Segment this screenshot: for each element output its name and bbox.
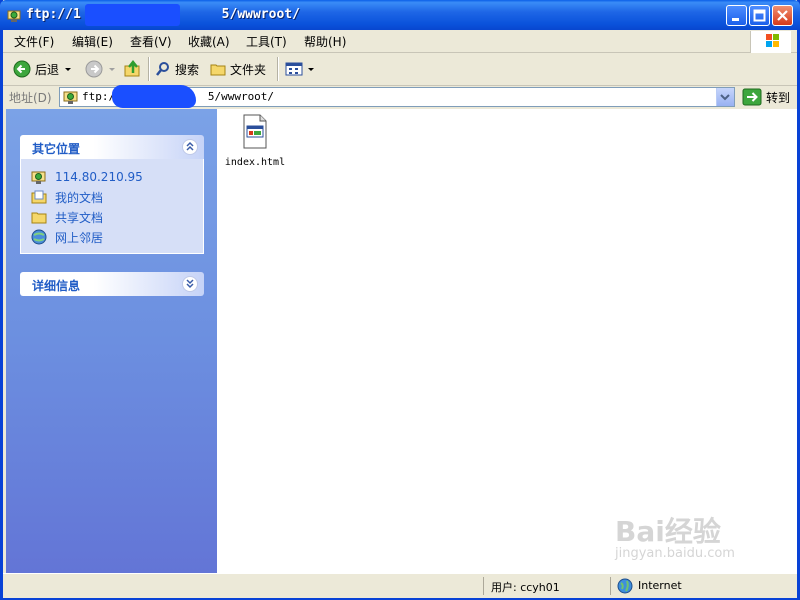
maximize-icon <box>753 9 766 22</box>
details-panel: 详细信息 <box>20 272 204 296</box>
explorer-window: ftp://1 5/wwwroot/ 文件(F) 编辑(E) 查看(V) 收藏(… <box>0 0 800 600</box>
address-bar: 地址(D) ftp:/ 5/wwwroot/ 转到 <box>3 85 797 108</box>
file-name: index.html <box>224 157 286 168</box>
html-file-icon <box>243 114 267 149</box>
go-button[interactable]: 转到 <box>742 88 790 106</box>
chevron-down-icon <box>720 94 730 101</box>
address-redaction <box>112 85 196 108</box>
close-icon <box>777 10 788 21</box>
menu-bar: 文件(F) 编辑(E) 查看(V) 收藏(A) 工具(T) 帮助(H) <box>3 30 797 53</box>
address-label: 地址(D) <box>9 91 52 105</box>
task-pane: 其它位置 114.80.210.95 我的文档 共享文档 网上邻居 详细信息 <box>6 109 217 573</box>
internet-globe-icon <box>617 578 633 594</box>
chevron-down-icon[interactable] <box>107 64 117 74</box>
other-places-panel: 其它位置 114.80.210.95 我的文档 共享文档 网上邻居 <box>20 135 204 254</box>
file-list-pane: index.html <box>217 109 797 573</box>
search-label: 搜索 <box>175 62 200 77</box>
menu-tools[interactable]: 工具(T) <box>246 33 287 50</box>
folders-button[interactable]: 文件夹 <box>210 59 266 79</box>
title-redaction <box>85 4 180 26</box>
forward-arrow-icon <box>85 60 103 78</box>
details-title: 详细信息 <box>32 279 81 293</box>
menu-edit[interactable]: 编辑(E) <box>72 33 113 50</box>
forward-button[interactable] <box>85 59 117 79</box>
status-zone-cell: Internet <box>610 577 797 595</box>
views-icon <box>285 62 303 76</box>
toolbar-separator <box>277 57 279 81</box>
menu-help[interactable]: 帮助(H) <box>304 33 346 50</box>
chevron-down-icon[interactable] <box>307 64 315 74</box>
status-user-cell: 用户: ccyh01 <box>483 577 608 595</box>
toolbar: 后退 搜索 文件夹 <box>3 53 797 86</box>
baidu-watermark: Bai经验 jingyan.baidu.com <box>615 510 735 561</box>
address-dropdown-button[interactable] <box>716 88 734 106</box>
expand-button[interactable] <box>182 276 198 292</box>
place-link-ftp-server[interactable]: 114.80.210.95 <box>21 167 203 187</box>
other-places-title: 其它位置 <box>32 142 81 156</box>
place-label: 网上邻居 <box>55 230 104 245</box>
status-user: 用户: ccyh01 <box>491 581 560 594</box>
details-header[interactable]: 详细信息 <box>20 272 204 296</box>
close-button[interactable] <box>772 5 793 26</box>
shared-folder-icon <box>31 212 47 224</box>
ftp-folder-icon <box>63 91 78 104</box>
ftp-server-icon <box>31 171 46 184</box>
network-icon <box>31 229 47 245</box>
back-label: 后退 <box>35 62 60 77</box>
go-label: 转到 <box>766 90 791 105</box>
maximize-button[interactable] <box>749 5 770 26</box>
menu-favorites[interactable]: 收藏(A) <box>188 33 230 50</box>
back-button[interactable]: 后退 <box>13 59 73 79</box>
chevron-down-icon[interactable] <box>63 64 73 74</box>
status-zone: Internet <box>638 579 682 592</box>
chevron-down-double-icon <box>186 279 194 289</box>
folder-icon <box>210 64 226 76</box>
place-label: 我的文档 <box>55 190 104 205</box>
watermark-url: jingyan.baidu.com <box>615 546 735 561</box>
menu-view[interactable]: 查看(V) <box>130 33 172 50</box>
place-label: 共享文档 <box>55 210 104 225</box>
back-arrow-icon <box>13 60 31 78</box>
chevron-up-double-icon <box>186 141 194 151</box>
up-folder-icon <box>124 59 140 77</box>
status-bar: 用户: ccyh01 Internet <box>3 573 797 598</box>
views-button[interactable] <box>285 59 315 79</box>
up-folder-button[interactable] <box>123 59 143 79</box>
address-input[interactable]: ftp:/ 5/wwwroot/ <box>59 85 735 108</box>
other-places-body: 114.80.210.95 我的文档 共享文档 网上邻居 <box>20 159 204 254</box>
windows-flag-icon <box>766 34 779 47</box>
toolbar-separator <box>148 57 150 81</box>
place-link-shared-documents[interactable]: 共享文档 <box>21 207 203 227</box>
watermark-brand: Bai经验 <box>615 515 721 548</box>
folders-label: 文件夹 <box>230 62 267 77</box>
title-bar[interactable]: ftp://1 5/wwwroot/ <box>0 0 800 30</box>
place-link-my-documents[interactable]: 我的文档 <box>21 187 203 207</box>
search-icon <box>156 62 169 76</box>
minimize-icon <box>732 18 739 21</box>
minimize-button[interactable] <box>726 5 747 26</box>
file-item-index-html[interactable]: index.html <box>223 114 287 168</box>
ftp-folder-icon <box>7 10 21 22</box>
place-link-network[interactable]: 网上邻居 <box>21 227 203 247</box>
my-documents-icon <box>31 190 47 204</box>
windows-logo <box>750 31 791 53</box>
go-arrow-icon <box>742 88 762 106</box>
search-button[interactable]: 搜索 <box>155 59 199 79</box>
collapse-button[interactable] <box>182 139 198 155</box>
menu-file[interactable]: 文件(F) <box>14 33 54 50</box>
other-places-header[interactable]: 其它位置 <box>20 135 204 159</box>
place-label: 114.80.210.95 <box>55 170 143 184</box>
